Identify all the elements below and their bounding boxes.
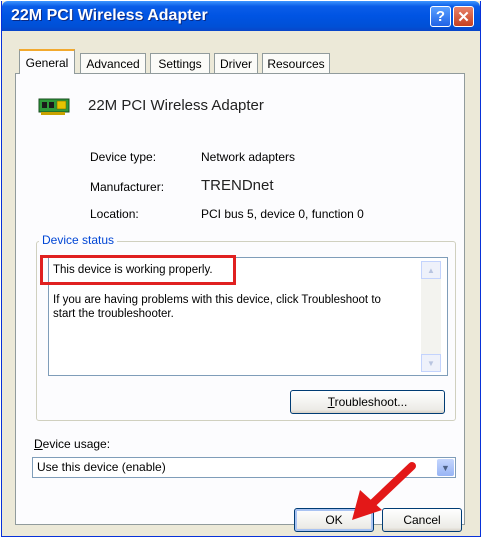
dropdown-button[interactable]: ▼ <box>437 459 454 476</box>
status-scrollbar[interactable]: ▲ ▼ <box>421 261 441 372</box>
close-icon: ✕ <box>457 8 470 26</box>
network-card-icon <box>38 96 70 121</box>
tab-driver-label: Driver <box>220 56 252 71</box>
tab-general-label: General <box>25 55 69 70</box>
troubleshoot-button-label: Troubleshoot... <box>328 395 408 409</box>
status-highlight-box <box>40 255 236 285</box>
chevron-up-icon: ▲ <box>427 265 435 275</box>
window-title: 22M PCI Wireless Adapter <box>11 7 208 24</box>
tab-advanced-label: Advanced <box>86 56 140 71</box>
device-usage-selected: Use this device (enable) <box>37 460 166 474</box>
scroll-up-button[interactable]: ▲ <box>421 261 441 279</box>
troubleshoot-label-rest: roubleshoot... <box>334 395 408 409</box>
troubleshoot-button[interactable]: Troubleshoot... <box>290 390 445 414</box>
troubleshoot-accesskey: T <box>327 395 335 409</box>
device-type-label: Device type: <box>90 150 157 164</box>
manufacturer-value: TRENDnet <box>201 177 274 194</box>
title-bar[interactable]: 22M PCI Wireless Adapter ? ✕ <box>2 1 480 31</box>
tab-general[interactable]: General <box>19 49 75 74</box>
device-status-legend: Device status <box>39 233 118 247</box>
tab-settings-label: Settings <box>158 56 202 71</box>
tab-resources[interactable]: Resources <box>262 53 330 73</box>
device-name: 22M PCI Wireless Adapter <box>88 97 264 114</box>
tab-driver[interactable]: Driver <box>214 53 258 73</box>
pointer-arrow-icon <box>352 462 416 520</box>
close-button[interactable]: ✕ <box>453 6 474 27</box>
location-label: Location: <box>90 207 139 221</box>
ok-button-label: OK <box>325 513 343 527</box>
help-icon: ? <box>435 8 446 25</box>
status-message-line-2: If you are having problems with this dev… <box>53 294 381 306</box>
scroll-down-button[interactable]: ▼ <box>421 354 441 372</box>
device-usage-label-rest: evice usage: <box>42 437 111 451</box>
help-button[interactable]: ? <box>430 6 451 27</box>
chevron-down-icon: ▼ <box>441 462 450 473</box>
tab-resources-label: Resources <box>267 56 325 71</box>
device-usage-label: Device usage: <box>34 437 110 451</box>
location-value: PCI bus 5, device 0, function 0 <box>201 207 364 221</box>
device-usage-accesskey: D <box>34 437 43 451</box>
tab-advanced[interactable]: Advanced <box>80 53 146 73</box>
chevron-down-icon: ▼ <box>427 358 435 368</box>
device-type-value: Network adapters <box>201 150 296 164</box>
status-message-line-3: start the troubleshooter. <box>53 308 174 320</box>
tab-settings[interactable]: Settings <box>150 53 210 73</box>
manufacturer-label: Manufacturer: <box>90 180 165 194</box>
